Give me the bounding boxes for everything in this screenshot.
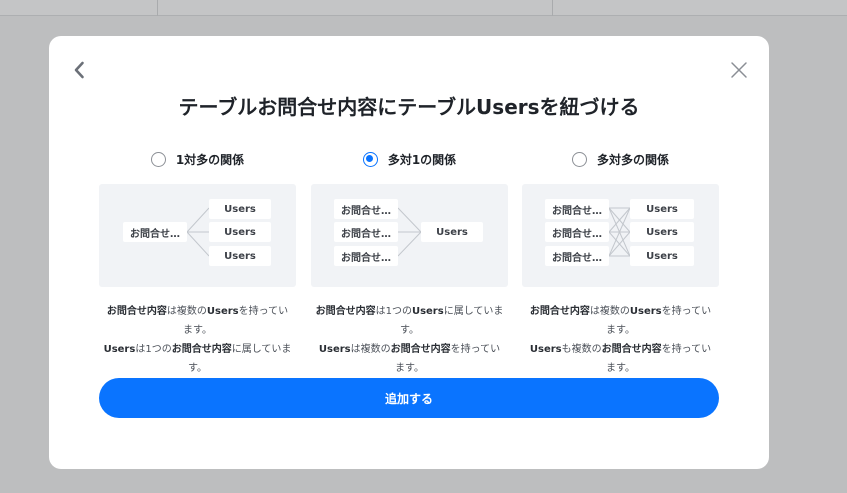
description-line: お問合せ内容は1つのUsersに属していま	[311, 302, 508, 321]
description-term: Users	[103, 344, 136, 355]
option-many-to-one[interactable]: 多対1の関係	[311, 146, 508, 172]
option-label: 多対1の関係	[387, 152, 457, 167]
description-text: は複数の	[166, 306, 207, 317]
diagram-many-to-one[interactable]: お問合せ… お問合せ… お問合せ… Users	[311, 184, 508, 287]
description-term: Users	[318, 344, 351, 355]
radio-one-to-many[interactable]	[150, 151, 166, 167]
description-text: は1つの	[375, 306, 412, 317]
description-term: お問合せ内容	[106, 306, 167, 317]
description-text: に属していま	[231, 344, 292, 355]
back-button[interactable]	[69, 58, 89, 82]
description-text: も複数の	[561, 344, 602, 355]
description-line: ます。	[311, 359, 508, 378]
entity-box-target: Users	[209, 246, 271, 266]
option-label: 1対多の関係	[175, 152, 245, 167]
entity-box-target: Users	[630, 222, 694, 242]
entity-box-source: お問合せ…	[545, 246, 609, 266]
description-line: ます。	[522, 359, 719, 378]
modal-title: テーブルお問合せ内容にテーブルUsersを紐づける	[178, 95, 640, 119]
entity-box-source: お問合せ…	[334, 199, 398, 219]
description-term: Users	[529, 344, 562, 355]
entity-box-source: お問合せ…	[334, 222, 398, 242]
description-text: ます。	[606, 363, 635, 374]
option-many-to-many[interactable]: 多対多の関係	[522, 146, 719, 172]
background-table-header	[0, 0, 847, 16]
option-label: 多対多の関係	[596, 152, 669, 167]
description-text: す。	[188, 363, 207, 374]
entity-box-target: Users	[421, 222, 483, 242]
description-line: Usersは1つのお問合せ内容に属していま	[99, 340, 296, 359]
description-term: お問合せ内容	[601, 344, 662, 355]
description-text: ます。	[183, 325, 212, 336]
add-button[interactable]: 追加する	[99, 378, 719, 418]
option-one-to-many[interactable]: 1対多の関係	[99, 146, 296, 172]
radio-many-to-many[interactable]	[571, 151, 587, 167]
diagram-many-to-many[interactable]: お問合せ… お問合せ… お問合せ… Users Users Users	[522, 184, 719, 287]
column-divider	[157, 0, 158, 16]
relation-modal: テーブルお問合せ内容にテーブルUsersを紐づける 1対多の関係 多対1の関係 …	[49, 36, 769, 469]
description-line: Usersも複数のお問合せ内容を持ってい	[522, 340, 719, 359]
description-line: す。	[311, 321, 508, 340]
description-text: に属していま	[443, 306, 504, 317]
description-text: は複数の	[350, 344, 391, 355]
description-term: Users	[206, 306, 239, 317]
description-term: お問合せ内容	[315, 306, 376, 317]
description-line: Usersは複数のお問合せ内容を持ってい	[311, 340, 508, 359]
description-text: を持ってい	[661, 344, 712, 355]
description-text: す。	[400, 325, 419, 336]
entity-box-source: お問合せ…	[545, 222, 609, 242]
description-many-to-one: お問合せ内容は1つのUsersに属していま す。 Usersは複数のお問合せ内容を持…	[311, 302, 508, 378]
description-many-to-many: お問合せ内容は複数のUsersを持ってい ます。 Usersも複数のお問合せ内容を持…	[522, 302, 719, 378]
description-line: ます。	[522, 321, 719, 340]
description-term: お問合せ内容	[390, 344, 451, 355]
close-icon	[731, 62, 747, 78]
description-one-to-many: お問合せ内容は複数のUsersを持ってい ます。 Usersは1つのお問合せ内容に属…	[99, 302, 296, 378]
entity-box-source: お問合せ…	[545, 199, 609, 219]
description-line: ます。	[99, 321, 296, 340]
description-text: ます。	[606, 325, 635, 336]
description-text: を持ってい	[450, 344, 501, 355]
entity-box-target: Users	[209, 222, 271, 242]
entity-box-target: Users	[630, 246, 694, 266]
column-divider	[552, 0, 553, 16]
entity-box-source: お問合せ…	[334, 246, 398, 266]
description-term: お問合せ内容	[529, 306, 590, 317]
entity-box-source: お問合せ…	[123, 222, 187, 242]
description-text: ます。	[395, 363, 424, 374]
description-term: お問合せ内容	[171, 344, 232, 355]
description-text: を持ってい	[238, 306, 289, 317]
description-line: す。	[99, 359, 296, 378]
description-term: Users	[629, 306, 662, 317]
description-text: を持ってい	[661, 306, 712, 317]
chevron-left-icon	[74, 61, 84, 79]
description-term: Users	[411, 306, 444, 317]
close-button[interactable]	[729, 60, 749, 80]
description-text: は1つの	[135, 344, 172, 355]
description-text: は複数の	[589, 306, 630, 317]
description-line: お問合せ内容は複数のUsersを持ってい	[522, 302, 719, 321]
diagram-one-to-many[interactable]: お問合せ… Users Users Users	[99, 184, 296, 287]
entity-box-target: Users	[209, 199, 271, 219]
description-line: お問合せ内容は複数のUsersを持ってい	[99, 302, 296, 321]
entity-box-target: Users	[630, 199, 694, 219]
radio-many-to-one[interactable]	[362, 151, 378, 167]
